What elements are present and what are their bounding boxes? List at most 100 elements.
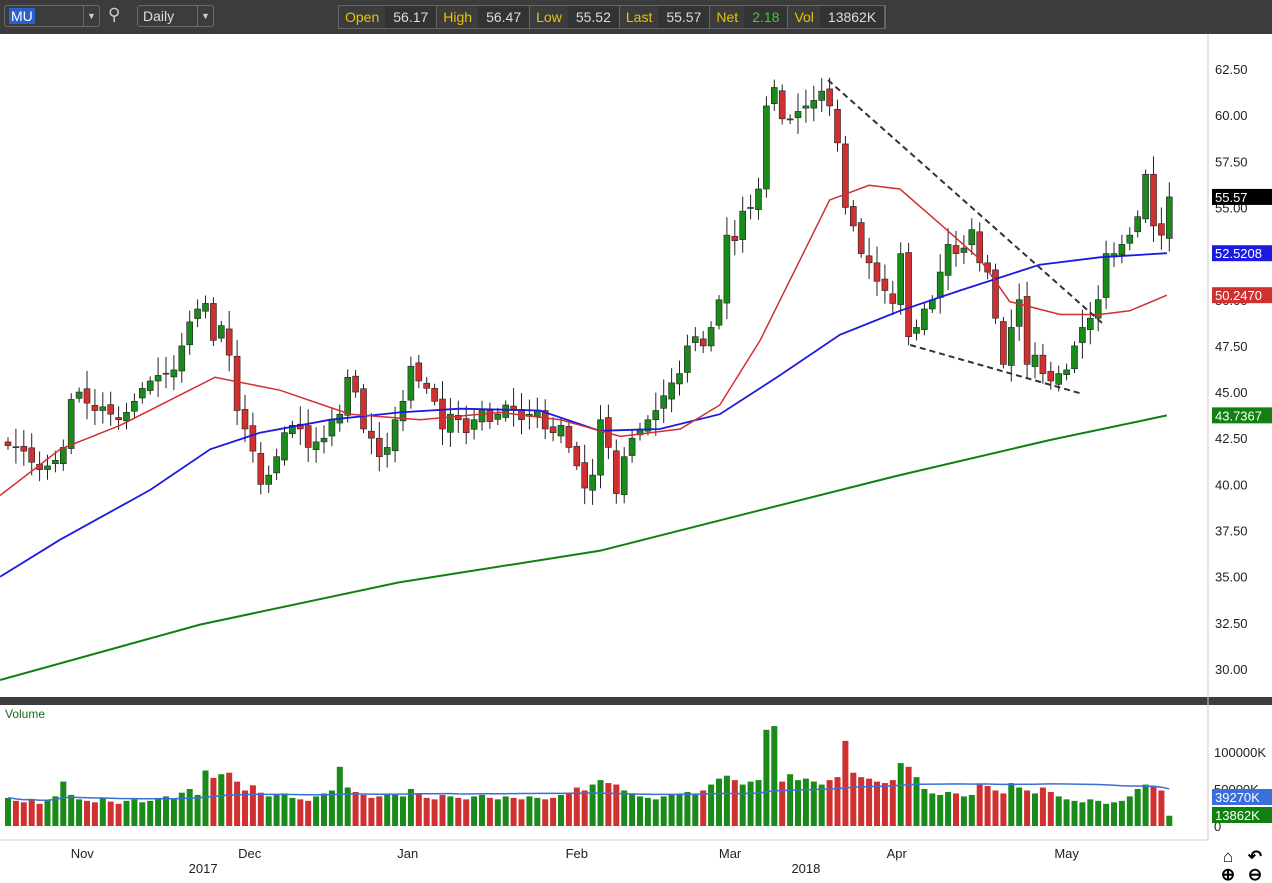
volume-bar (518, 799, 525, 826)
candle-body (1142, 173, 1149, 220)
candle-body (565, 426, 573, 448)
candle-body (75, 391, 83, 399)
volume-bar (771, 726, 778, 826)
volume-bar (755, 780, 762, 826)
volume-bar (731, 780, 738, 826)
volume-bar (881, 783, 888, 826)
volume-bar (273, 794, 280, 826)
volume-bar (234, 781, 241, 826)
candle-body (881, 278, 889, 291)
candle-body (194, 308, 201, 319)
y-tick-label: 40.00 (1215, 477, 1248, 492)
volume-bar (700, 790, 707, 826)
volume-bar (629, 793, 636, 826)
candle-body (731, 235, 739, 241)
home-icon[interactable]: ⌂ (1223, 847, 1233, 866)
candle-body (115, 417, 122, 421)
candle-body (368, 430, 375, 439)
symbol-value: MU (9, 8, 35, 24)
x-tick-label: Nov (71, 846, 95, 861)
volume-bar (953, 793, 959, 826)
volume-bar (542, 799, 549, 826)
candle-body (328, 419, 336, 437)
candle-body (375, 437, 383, 457)
volume-bar (1063, 799, 1070, 826)
interval-select[interactable]: Daily ▼ (137, 5, 214, 27)
y-tick-label: 62.50 (1215, 62, 1248, 77)
volume-bar (281, 793, 288, 826)
volume-title: Volume (5, 707, 45, 721)
candle-body (660, 395, 668, 409)
volume-bar (644, 797, 651, 826)
candle-body (67, 399, 75, 449)
candle-body (786, 118, 794, 121)
candle-body (502, 404, 510, 418)
volume-tick-label: 100000K (1214, 745, 1266, 760)
candle-body (391, 419, 399, 452)
y-tick-label: 45.00 (1215, 385, 1248, 400)
candle-body (691, 336, 699, 343)
candle-body (865, 255, 873, 264)
volume-bar (747, 781, 754, 826)
x-tick-label: May (1054, 846, 1079, 861)
candle-body (684, 345, 691, 373)
chevron-down-icon[interactable]: ▼ (83, 6, 99, 26)
candle-body (1158, 223, 1165, 236)
volume-bar (1134, 789, 1141, 826)
zoom-out-icon[interactable]: ⊖ (1248, 865, 1262, 883)
candle-body (794, 111, 802, 119)
search-icon[interactable]: ⚲ (108, 5, 120, 25)
candle-body (265, 474, 273, 485)
volume-bar (802, 778, 809, 826)
volume-bar (463, 799, 470, 826)
candle-body (842, 143, 849, 208)
candle-body (834, 108, 841, 144)
candle-body (557, 424, 565, 437)
volume-bar (376, 796, 383, 826)
candle-body (344, 376, 352, 416)
candle-body (320, 437, 328, 443)
candle-body (202, 303, 209, 312)
candle-body (178, 345, 186, 372)
volume-bar (597, 780, 604, 826)
volume-bar (1142, 784, 1149, 826)
volume-bar (5, 797, 11, 826)
volume-bar (139, 802, 146, 826)
chevron-down-icon[interactable]: ▼ (197, 6, 213, 26)
candle-body (281, 432, 288, 461)
quote-vol: Vol 13862K (788, 6, 886, 28)
toolbar: MU ▼ ⚲ Daily ▼ Open 56.17 High 56.47 Low 55… (0, 0, 1272, 34)
volume-bar (1000, 793, 1007, 826)
y-tick-label: 37.50 (1215, 524, 1248, 539)
symbol-input[interactable]: MU ▼ (4, 5, 100, 27)
candle-body (478, 410, 486, 423)
candle-body (549, 426, 557, 433)
candle-body (383, 447, 391, 455)
volume-bar (818, 784, 825, 826)
undo-icon[interactable]: ↶ (1247, 847, 1262, 866)
zoom-in-icon[interactable]: ⊕ (1221, 865, 1235, 883)
candle-body (1047, 371, 1055, 382)
volume-bar (392, 794, 399, 826)
volume-bar (787, 774, 794, 826)
candle-body (1055, 373, 1062, 385)
volume-bar (581, 790, 588, 826)
candle-body (707, 327, 715, 347)
volume-bar (660, 796, 667, 826)
candle-body (162, 372, 170, 375)
volume-bar (826, 780, 833, 826)
candle-body (123, 412, 130, 422)
candle-body (407, 365, 415, 401)
candle-body (857, 222, 865, 254)
volume-bar (202, 770, 209, 826)
volume-bar (439, 794, 446, 826)
volume-bar (929, 793, 936, 826)
candle-body (4, 441, 12, 446)
quote-high: High 56.47 (437, 6, 531, 28)
stock-chart[interactable]: 30.00 32.50 35.00 37.50 40.00 42.50 45.00 47.50… (0, 34, 1272, 883)
volume-bar (1079, 802, 1086, 826)
x-tick-label: Feb (566, 846, 588, 861)
candle-body (257, 453, 265, 485)
volume-bar (637, 796, 643, 826)
candle-body (99, 406, 107, 411)
